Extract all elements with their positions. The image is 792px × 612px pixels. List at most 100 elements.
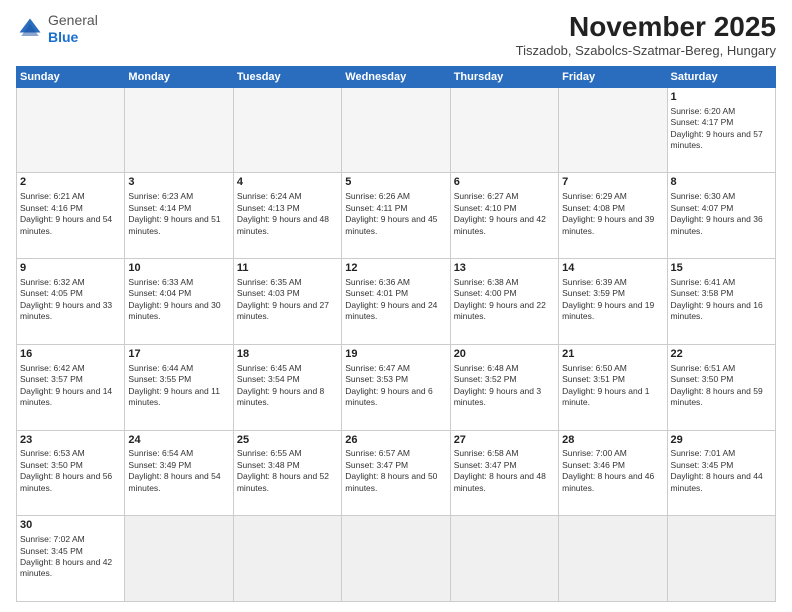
day-number: 7 xyxy=(562,175,663,190)
title-block: November 2025 Tiszadob, Szabolcs-Szatmar… xyxy=(516,12,776,58)
calendar-week-row: 1Sunrise: 6:20 AMSunset: 4:17 PMDaylight… xyxy=(17,87,776,173)
logo-blue: Blue xyxy=(48,29,98,46)
day-info: Sunrise: 6:58 AMSunset: 3:47 PMDaylight:… xyxy=(454,448,555,494)
day-number: 30 xyxy=(20,518,121,533)
header: General Blue November 2025 Tiszadob, Sza… xyxy=(16,12,776,58)
month-title: November 2025 xyxy=(516,12,776,43)
day-number: 28 xyxy=(562,433,663,448)
day-number: 2 xyxy=(20,175,121,190)
calendar-table: Sunday Monday Tuesday Wednesday Thursday… xyxy=(16,66,776,602)
table-row: 6Sunrise: 6:27 AMSunset: 4:10 PMDaylight… xyxy=(450,173,558,259)
logo-text: General Blue xyxy=(48,12,98,46)
day-number: 10 xyxy=(128,261,229,276)
table-row: 29Sunrise: 7:01 AMSunset: 3:45 PMDayligh… xyxy=(667,430,775,516)
day-info: Sunrise: 7:02 AMSunset: 3:45 PMDaylight:… xyxy=(20,534,121,580)
table-row xyxy=(667,516,775,602)
day-number: 17 xyxy=(128,347,229,362)
calendar-week-row: 30Sunrise: 7:02 AMSunset: 3:45 PMDayligh… xyxy=(17,516,776,602)
day-info: Sunrise: 6:48 AMSunset: 3:52 PMDaylight:… xyxy=(454,363,555,409)
table-row: 15Sunrise: 6:41 AMSunset: 3:58 PMDayligh… xyxy=(667,259,775,345)
day-info: Sunrise: 6:54 AMSunset: 3:49 PMDaylight:… xyxy=(128,448,229,494)
day-number: 13 xyxy=(454,261,555,276)
col-saturday: Saturday xyxy=(667,66,775,87)
calendar-week-row: 23Sunrise: 6:53 AMSunset: 3:50 PMDayligh… xyxy=(17,430,776,516)
day-info: Sunrise: 6:33 AMSunset: 4:04 PMDaylight:… xyxy=(128,277,229,323)
col-friday: Friday xyxy=(559,66,667,87)
table-row: 9Sunrise: 6:32 AMSunset: 4:05 PMDaylight… xyxy=(17,259,125,345)
table-row: 1Sunrise: 6:20 AMSunset: 4:17 PMDaylight… xyxy=(667,87,775,173)
table-row: 11Sunrise: 6:35 AMSunset: 4:03 PMDayligh… xyxy=(233,259,341,345)
day-info: Sunrise: 6:41 AMSunset: 3:58 PMDaylight:… xyxy=(671,277,772,323)
calendar-week-row: 9Sunrise: 6:32 AMSunset: 4:05 PMDaylight… xyxy=(17,259,776,345)
day-info: Sunrise: 6:57 AMSunset: 3:47 PMDaylight:… xyxy=(345,448,446,494)
table-row: 14Sunrise: 6:39 AMSunset: 3:59 PMDayligh… xyxy=(559,259,667,345)
logo-general: General xyxy=(48,12,98,29)
table-row: 18Sunrise: 6:45 AMSunset: 3:54 PMDayligh… xyxy=(233,344,341,430)
day-number: 22 xyxy=(671,347,772,362)
day-number: 15 xyxy=(671,261,772,276)
day-info: Sunrise: 7:00 AMSunset: 3:46 PMDaylight:… xyxy=(562,448,663,494)
day-info: Sunrise: 6:45 AMSunset: 3:54 PMDaylight:… xyxy=(237,363,338,409)
table-row: 23Sunrise: 6:53 AMSunset: 3:50 PMDayligh… xyxy=(17,430,125,516)
day-info: Sunrise: 6:50 AMSunset: 3:51 PMDaylight:… xyxy=(562,363,663,409)
table-row xyxy=(125,87,233,173)
day-number: 18 xyxy=(237,347,338,362)
day-info: Sunrise: 6:26 AMSunset: 4:11 PMDaylight:… xyxy=(345,191,446,237)
table-row: 7Sunrise: 6:29 AMSunset: 4:08 PMDaylight… xyxy=(559,173,667,259)
day-number: 23 xyxy=(20,433,121,448)
table-row xyxy=(125,516,233,602)
day-number: 25 xyxy=(237,433,338,448)
day-info: Sunrise: 6:24 AMSunset: 4:13 PMDaylight:… xyxy=(237,191,338,237)
table-row: 3Sunrise: 6:23 AMSunset: 4:14 PMDaylight… xyxy=(125,173,233,259)
day-number: 12 xyxy=(345,261,446,276)
table-row xyxy=(450,516,558,602)
table-row: 16Sunrise: 6:42 AMSunset: 3:57 PMDayligh… xyxy=(17,344,125,430)
table-row: 8Sunrise: 6:30 AMSunset: 4:07 PMDaylight… xyxy=(667,173,775,259)
table-row xyxy=(559,87,667,173)
col-sunday: Sunday xyxy=(17,66,125,87)
day-info: Sunrise: 6:32 AMSunset: 4:05 PMDaylight:… xyxy=(20,277,121,323)
table-row xyxy=(233,516,341,602)
day-info: Sunrise: 6:27 AMSunset: 4:10 PMDaylight:… xyxy=(454,191,555,237)
col-thursday: Thursday xyxy=(450,66,558,87)
day-info: Sunrise: 6:29 AMSunset: 4:08 PMDaylight:… xyxy=(562,191,663,237)
calendar-header-row: Sunday Monday Tuesday Wednesday Thursday… xyxy=(17,66,776,87)
table-row: 5Sunrise: 6:26 AMSunset: 4:11 PMDaylight… xyxy=(342,173,450,259)
day-number: 29 xyxy=(671,433,772,448)
table-row: 26Sunrise: 6:57 AMSunset: 3:47 PMDayligh… xyxy=(342,430,450,516)
calendar-week-row: 2Sunrise: 6:21 AMSunset: 4:16 PMDaylight… xyxy=(17,173,776,259)
table-row: 13Sunrise: 6:38 AMSunset: 4:00 PMDayligh… xyxy=(450,259,558,345)
day-info: Sunrise: 6:30 AMSunset: 4:07 PMDaylight:… xyxy=(671,191,772,237)
day-number: 19 xyxy=(345,347,446,362)
day-info: Sunrise: 6:42 AMSunset: 3:57 PMDaylight:… xyxy=(20,363,121,409)
day-number: 20 xyxy=(454,347,555,362)
table-row: 19Sunrise: 6:47 AMSunset: 3:53 PMDayligh… xyxy=(342,344,450,430)
table-row: 27Sunrise: 6:58 AMSunset: 3:47 PMDayligh… xyxy=(450,430,558,516)
day-info: Sunrise: 6:53 AMSunset: 3:50 PMDaylight:… xyxy=(20,448,121,494)
table-row: 28Sunrise: 7:00 AMSunset: 3:46 PMDayligh… xyxy=(559,430,667,516)
day-number: 5 xyxy=(345,175,446,190)
table-row: 24Sunrise: 6:54 AMSunset: 3:49 PMDayligh… xyxy=(125,430,233,516)
table-row xyxy=(17,87,125,173)
col-monday: Monday xyxy=(125,66,233,87)
table-row: 12Sunrise: 6:36 AMSunset: 4:01 PMDayligh… xyxy=(342,259,450,345)
day-number: 4 xyxy=(237,175,338,190)
table-row: 2Sunrise: 6:21 AMSunset: 4:16 PMDaylight… xyxy=(17,173,125,259)
day-number: 24 xyxy=(128,433,229,448)
table-row xyxy=(342,87,450,173)
calendar-week-row: 16Sunrise: 6:42 AMSunset: 3:57 PMDayligh… xyxy=(17,344,776,430)
logo: General Blue xyxy=(16,12,98,46)
table-row: 17Sunrise: 6:44 AMSunset: 3:55 PMDayligh… xyxy=(125,344,233,430)
table-row xyxy=(450,87,558,173)
day-number: 26 xyxy=(345,433,446,448)
location-title: Tiszadob, Szabolcs-Szatmar-Bereg, Hungar… xyxy=(516,43,776,58)
day-info: Sunrise: 6:39 AMSunset: 3:59 PMDaylight:… xyxy=(562,277,663,323)
day-info: Sunrise: 7:01 AMSunset: 3:45 PMDaylight:… xyxy=(671,448,772,494)
table-row: 20Sunrise: 6:48 AMSunset: 3:52 PMDayligh… xyxy=(450,344,558,430)
day-info: Sunrise: 6:36 AMSunset: 4:01 PMDaylight:… xyxy=(345,277,446,323)
day-info: Sunrise: 6:20 AMSunset: 4:17 PMDaylight:… xyxy=(671,106,772,152)
day-info: Sunrise: 6:23 AMSunset: 4:14 PMDaylight:… xyxy=(128,191,229,237)
table-row: 21Sunrise: 6:50 AMSunset: 3:51 PMDayligh… xyxy=(559,344,667,430)
page: General Blue November 2025 Tiszadob, Sza… xyxy=(0,0,792,612)
table-row: 4Sunrise: 6:24 AMSunset: 4:13 PMDaylight… xyxy=(233,173,341,259)
